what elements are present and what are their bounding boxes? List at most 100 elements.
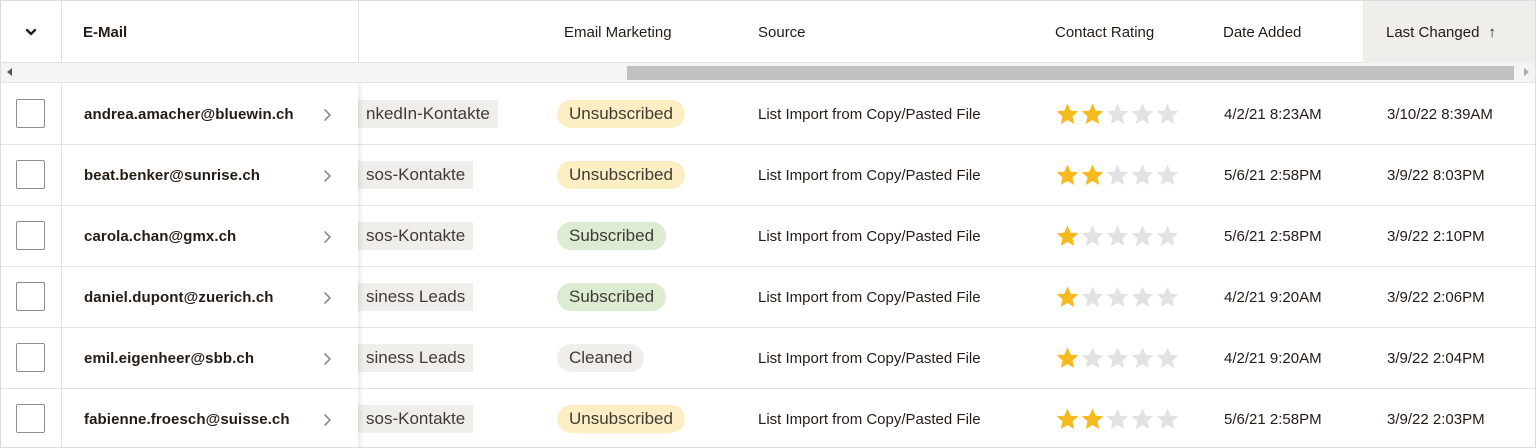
column-divider xyxy=(61,1,62,63)
star-filled-icon xyxy=(1056,286,1079,307)
chevron-right-icon[interactable] xyxy=(321,229,333,245)
star-empty-icon xyxy=(1106,164,1129,185)
date-added-text: 5/6/21 2:58PM xyxy=(1224,227,1322,245)
tag-label: sos-Kontakte xyxy=(358,161,474,189)
row-checkbox[interactable] xyxy=(16,282,45,311)
star-empty-icon xyxy=(1131,408,1154,429)
table-row[interactable]: Subscribed List Import from Copy/Pasted … xyxy=(1,267,1535,328)
contact-email-link[interactable]: beat.benker@sunrise.ch xyxy=(84,167,260,184)
tag-label: siness Leads xyxy=(358,344,474,372)
source-text: List Import from Copy/Pasted File xyxy=(758,227,981,245)
date-added-text: 4/2/21 9:20AM xyxy=(1224,288,1322,306)
chevron-down-icon xyxy=(25,28,37,36)
star-empty-icon xyxy=(1131,347,1154,368)
star-empty-icon xyxy=(1131,103,1154,124)
scrollbar-thumb[interactable] xyxy=(627,66,1514,80)
chevron-right-icon[interactable] xyxy=(321,168,333,184)
star-filled-icon xyxy=(1081,408,1104,429)
source-text: List Import from Copy/Pasted File xyxy=(758,166,981,184)
star-empty-icon xyxy=(1131,286,1154,307)
contact-rating-stars xyxy=(1055,224,1180,248)
row-checkbox[interactable] xyxy=(16,404,45,433)
scroll-left-arrow-icon[interactable] xyxy=(7,68,12,76)
table-row[interactable]: Cleaned List Import from Copy/Pasted Fil… xyxy=(1,328,1535,389)
star-empty-icon xyxy=(1156,103,1179,124)
star-empty-icon xyxy=(1131,225,1154,246)
contact-email-link[interactable]: emil.eigenheer@sbb.ch xyxy=(84,350,254,367)
star-filled-icon xyxy=(1056,103,1079,124)
contact-email-link[interactable]: carola.chan@gmx.ch xyxy=(84,228,236,245)
table-header: E-Mail Email Marketing Source Contact Ra… xyxy=(1,1,1535,63)
sort-ascending-icon: ↑ xyxy=(1488,23,1496,41)
star-empty-icon xyxy=(1106,347,1129,368)
table-row[interactable]: Unsubscribed List Import from Copy/Paste… xyxy=(1,145,1535,206)
star-empty-icon xyxy=(1156,286,1179,307)
contact-email-link[interactable]: andrea.amacher@bluewin.ch xyxy=(84,106,294,123)
scroll-right-arrow-icon[interactable] xyxy=(1524,68,1529,76)
status-badge: Cleaned xyxy=(557,344,645,372)
contact-rating-stars xyxy=(1055,346,1180,370)
column-header-email[interactable]: E-Mail xyxy=(83,1,353,63)
star-empty-icon xyxy=(1106,286,1129,307)
column-header-contact-rating[interactable]: Contact Rating xyxy=(1055,1,1215,63)
contact-rating-stars xyxy=(1055,407,1180,431)
last-changed-text: 3/9/22 8:03PM xyxy=(1387,166,1485,184)
status-badge: Unsubscribed xyxy=(557,100,685,128)
star-empty-icon xyxy=(1106,225,1129,246)
table-row[interactable]: Unsubscribed List Import from Copy/Paste… xyxy=(1,389,1535,447)
table-row[interactable]: Unsubscribed List Import from Copy/Paste… xyxy=(1,84,1535,145)
star-empty-icon xyxy=(1081,286,1104,307)
contact-email-link[interactable]: fabienne.froesch@suisse.ch xyxy=(84,411,290,428)
star-empty-icon xyxy=(1156,164,1179,185)
last-changed-text: 3/9/22 2:03PM xyxy=(1387,410,1485,428)
star-empty-icon xyxy=(1131,164,1154,185)
row-checkbox[interactable] xyxy=(16,343,45,372)
star-empty-icon xyxy=(1081,347,1104,368)
row-checkbox[interactable] xyxy=(16,160,45,189)
star-filled-icon xyxy=(1081,164,1104,185)
last-changed-text: 3/9/22 2:04PM xyxy=(1387,349,1485,367)
column-header-date-added[interactable]: Date Added xyxy=(1223,1,1363,63)
source-text: List Import from Copy/Pasted File xyxy=(758,349,981,367)
contact-rating-stars xyxy=(1055,285,1180,309)
select-all-toggle[interactable] xyxy=(1,1,61,63)
star-filled-icon xyxy=(1056,347,1079,368)
status-badge: Unsubscribed xyxy=(557,161,685,189)
contact-rating-stars xyxy=(1055,102,1180,126)
date-added-text: 5/6/21 2:58PM xyxy=(1224,410,1322,428)
chevron-right-icon[interactable] xyxy=(321,290,333,306)
star-filled-icon xyxy=(1081,103,1104,124)
star-filled-icon xyxy=(1056,408,1079,429)
chevron-right-icon[interactable] xyxy=(321,412,333,428)
column-header-email-marketing[interactable]: Email Marketing xyxy=(564,1,744,63)
date-added-text: 5/6/21 2:58PM xyxy=(1224,166,1322,184)
contact-rating-stars xyxy=(1055,163,1180,187)
star-empty-icon xyxy=(1081,225,1104,246)
star-empty-icon xyxy=(1156,225,1179,246)
sticky-divider xyxy=(358,1,359,63)
tag-label: sos-Kontakte xyxy=(358,405,474,433)
tag-label: nkedIn-Kontakte xyxy=(358,100,498,128)
contact-email-link[interactable]: daniel.dupont@zuerich.ch xyxy=(84,289,274,306)
star-empty-icon xyxy=(1156,347,1179,368)
tag-label: sos-Kontakte xyxy=(358,222,474,250)
horizontal-scrollbar[interactable] xyxy=(1,63,1535,83)
column-header-last-changed[interactable]: Last Changed ↑ xyxy=(1363,1,1535,63)
chevron-right-icon[interactable] xyxy=(321,351,333,367)
star-empty-icon xyxy=(1106,408,1129,429)
status-badge: Unsubscribed xyxy=(557,405,685,433)
chevron-right-icon[interactable] xyxy=(321,107,333,123)
column-header-source[interactable]: Source xyxy=(758,1,1038,63)
status-badge: Subscribed xyxy=(557,222,667,250)
contacts-table: E-Mail Email Marketing Source Contact Ra… xyxy=(0,0,1536,448)
row-checkbox[interactable] xyxy=(16,221,45,250)
star-filled-icon xyxy=(1056,164,1079,185)
date-added-text: 4/2/21 9:20AM xyxy=(1224,349,1322,367)
table-row[interactable]: Subscribed List Import from Copy/Pasted … xyxy=(1,206,1535,267)
source-text: List Import from Copy/Pasted File xyxy=(758,105,981,123)
tag-label: siness Leads xyxy=(358,283,474,311)
row-checkbox[interactable] xyxy=(16,99,45,128)
last-changed-text: 3/9/22 2:06PM xyxy=(1387,288,1485,306)
star-empty-icon xyxy=(1106,103,1129,124)
star-filled-icon xyxy=(1056,225,1079,246)
